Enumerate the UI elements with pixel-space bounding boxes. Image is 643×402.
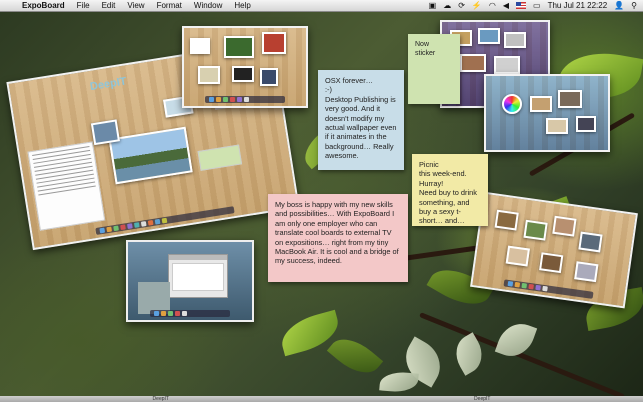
- photo-thumbnail: [232, 66, 254, 82]
- photo-thumbnail: [262, 32, 286, 54]
- clock[interactable]: Thu Jul 21 22:22: [548, 1, 608, 11]
- sticky-note-osx[interactable]: OSX forever… :-) Desktop Publishing is v…: [318, 70, 404, 170]
- photo-thumbnail: [523, 219, 548, 241]
- flag-icon[interactable]: [516, 2, 526, 9]
- menu-bar: ExpoBoard File Edit View Format Window H…: [0, 0, 643, 12]
- cloud-icon[interactable]: ☁: [443, 1, 451, 11]
- spotlight-icon[interactable]: ⚲: [631, 1, 637, 11]
- color-wheel-thumbnail: [502, 94, 522, 114]
- photo-thumbnail: [530, 96, 552, 112]
- photo-thumbnail: [478, 28, 500, 44]
- photo-thumbnail: [190, 38, 210, 54]
- photo-thumbnail: [539, 252, 564, 274]
- photo-thumbnail: [224, 36, 254, 58]
- expoboard-canvas[interactable]: DeepIT Now sticker OSX forever…:-) Desk…: [0, 12, 643, 402]
- document-thumbnail: [27, 141, 106, 231]
- photo-thumbnail: [260, 68, 278, 86]
- wifi-icon[interactable]: ◠: [489, 1, 496, 11]
- menu-window[interactable]: Window: [194, 1, 222, 10]
- menu-file[interactable]: File: [77, 1, 90, 10]
- photo-thumbnail: [552, 215, 577, 237]
- board-screenshot-blue[interactable]: [484, 74, 610, 152]
- photo-thumbnail: [546, 118, 568, 134]
- landscape-photo: [108, 126, 193, 185]
- bottom-window-edges: DeepIT DeepIT: [0, 396, 643, 402]
- user-icon[interactable]: 👤: [614, 1, 624, 11]
- volume-icon[interactable]: ◀: [503, 1, 509, 11]
- photo-thumbnail: [504, 32, 526, 48]
- status-tray: ▣ ☁ ⟳ ⚡ ◠ ◀ ▭ Thu Jul 21 22:22 👤 ⚲: [429, 1, 643, 11]
- dock-thumbnail: [503, 279, 594, 299]
- window-thumbnail: [168, 254, 228, 298]
- photo-thumbnail: [494, 56, 520, 74]
- sticky-thumbnail: [197, 144, 243, 171]
- photo-thumbnail: [558, 90, 582, 108]
- board-label: DeepIT: [89, 75, 128, 94]
- sticky-note-green[interactable]: Now sticker: [408, 34, 460, 104]
- bolt-icon[interactable]: ⚡: [472, 1, 482, 11]
- dock-thumbnail: [95, 206, 235, 235]
- photo-thumbnail: [494, 209, 519, 231]
- photo-thumbnail: [198, 66, 220, 84]
- leaf-decoration: [379, 370, 419, 394]
- board-screenshot-top[interactable]: [182, 26, 308, 108]
- photo-thumbnail: [90, 119, 120, 146]
- bottom-label: DeepIT: [152, 396, 169, 402]
- menu-edit[interactable]: Edit: [102, 1, 116, 10]
- menu-help[interactable]: Help: [234, 1, 250, 10]
- dropbox-icon[interactable]: ▣: [429, 1, 437, 11]
- menu-view[interactable]: View: [127, 1, 144, 10]
- photo-thumbnail: [505, 245, 530, 267]
- board-screenshot-desktop[interactable]: [126, 240, 254, 322]
- app-name-menu[interactable]: ExpoBoard: [22, 1, 65, 10]
- photo-thumbnail: [578, 231, 603, 253]
- sync-icon[interactable]: ⟳: [458, 1, 465, 11]
- board-screenshot-right[interactable]: [470, 191, 638, 309]
- photo-thumbnail: [574, 261, 599, 283]
- photo-thumbnail: [460, 54, 486, 72]
- bottom-label: DeepIT: [474, 396, 491, 402]
- dock-thumbnail: [150, 310, 230, 317]
- sticky-note-picnic[interactable]: Picnic this week-end. Hurray! Need buy t…: [412, 154, 488, 226]
- sticky-note-boss[interactable]: My boss is happy with my new skills and …: [268, 194, 408, 282]
- photo-thumbnail: [576, 116, 596, 132]
- dock-thumbnail: [205, 96, 285, 103]
- menu-format[interactable]: Format: [157, 1, 182, 10]
- battery-icon[interactable]: ▭: [533, 1, 541, 11]
- leaf-decoration: [326, 329, 384, 383]
